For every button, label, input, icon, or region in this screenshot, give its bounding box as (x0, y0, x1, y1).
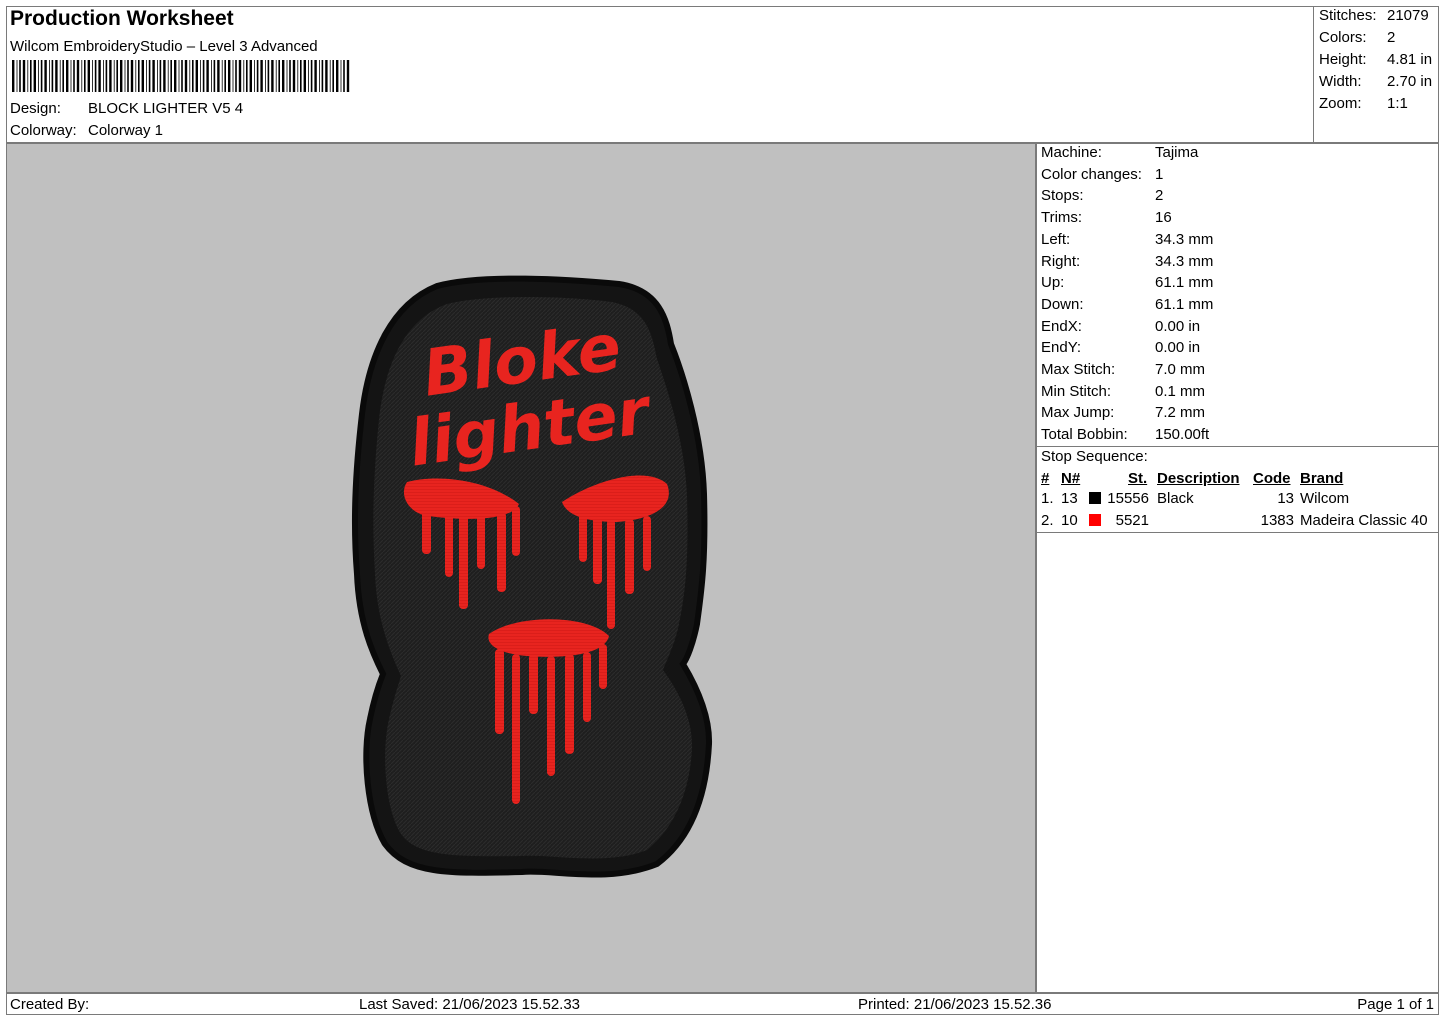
info-value: 61.1 mm (1155, 295, 1214, 313)
footer: Created By: Last Saved: 21/06/2023 15.52… (6, 993, 1439, 1015)
info-value: 16 (1155, 209, 1172, 227)
info-label: Right: (1041, 252, 1081, 270)
info-label: Stops: (1041, 187, 1084, 205)
stitches-label: Stitches: (1319, 7, 1377, 24)
height-label: Height: (1319, 51, 1367, 68)
page-title: Production Worksheet (10, 7, 234, 30)
info-value: 0.00 in (1155, 339, 1201, 357)
info-value: 34.3 mm (1155, 230, 1214, 248)
col-header-num: # (1041, 470, 1050, 487)
color-swatch (1089, 514, 1101, 526)
width-label: Width: (1319, 73, 1362, 90)
color-swatch (1089, 492, 1101, 504)
info-label: Max Jump: (1041, 404, 1115, 422)
stop-num: 2. (1041, 512, 1054, 529)
info-value: 61.1 mm (1155, 274, 1214, 292)
info-value: 34.3 mm (1155, 252, 1214, 270)
stop-needle: 10 (1061, 512, 1078, 529)
stop-description: Black (1157, 490, 1194, 507)
col-header-description: Description (1157, 470, 1240, 487)
width-value: 2.70 in (1387, 73, 1433, 90)
zoom-label: Zoom: (1319, 95, 1362, 112)
info-label: Total Bobbin: (1041, 426, 1128, 444)
design-preview: Bloke lighter (6, 143, 1036, 993)
info-value: 0.00 in (1155, 317, 1201, 335)
stop-stitches: 15556 (1107, 490, 1149, 507)
page-number: Page 1 of 1 (1357, 996, 1434, 1013)
stop-brand: Madeira Classic 40 (1300, 512, 1428, 529)
col-header-brand: Brand (1300, 470, 1344, 487)
design-label: Design: (10, 100, 61, 117)
col-header-st: St. (1128, 470, 1148, 487)
colors-label: Colors: (1319, 29, 1367, 46)
section-divider (1037, 532, 1438, 533)
stop-brand: Wilcom (1300, 490, 1350, 507)
info-value: 7.2 mm (1155, 404, 1206, 422)
info-label: Up: (1041, 274, 1065, 292)
info-label: Down: (1041, 295, 1084, 313)
printed-date: Printed: 21/06/2023 15.52.36 (858, 996, 1052, 1013)
info-label: Min Stitch: (1041, 382, 1112, 400)
info-label: EndY: (1041, 339, 1082, 357)
info-value: 2 (1155, 187, 1164, 205)
stop-code: 13 (1277, 490, 1294, 507)
col-header-code: Code (1253, 470, 1291, 487)
info-label: Trims: (1041, 209, 1083, 227)
info-label: Machine: (1041, 144, 1102, 161)
zoom-value: 1:1 (1387, 95, 1408, 112)
colorway-value: Colorway 1 (88, 122, 164, 139)
header-divider (1313, 6, 1314, 143)
info-value: Tajima (1155, 144, 1199, 161)
stitches-value: 21079 (1387, 7, 1429, 24)
machine-info-panel: Machine: Tajima Color changes: 1 Stops: 2 Trim… (1036, 143, 1439, 993)
last-saved: Last Saved: 21/06/2023 15.52.33 (359, 996, 581, 1013)
embroidery-patch-image: Bloke lighter (351, 275, 713, 878)
software-name: Wilcom EmbroideryStudio – Level 3 Advanc… (10, 38, 318, 55)
stop-code: 1383 (1260, 512, 1294, 529)
info-label: EndX: (1041, 317, 1082, 335)
barcode (12, 60, 350, 92)
info-label: Color changes: (1041, 165, 1142, 183)
info-value: 150.00ft (1155, 426, 1210, 444)
colors-value: 2 (1387, 29, 1396, 46)
section-divider (1037, 446, 1438, 447)
created-by: Created By: (10, 996, 90, 1013)
info-label: Max Stitch: (1041, 361, 1116, 378)
info-label: Left: (1041, 230, 1071, 248)
stop-stitches: 5521 (1115, 512, 1149, 529)
stop-num: 1. (1041, 490, 1054, 507)
colorway-label: Colorway: (10, 122, 77, 139)
info-value: 0.1 mm (1155, 382, 1206, 400)
info-value: 7.0 mm (1155, 361, 1206, 378)
design-value: BLOCK LIGHTER V5 4 (88, 100, 244, 117)
info-value: 1 (1155, 165, 1164, 183)
col-header-n: N# (1061, 470, 1081, 487)
stop-needle: 13 (1061, 490, 1078, 507)
height-value: 4.81 in (1387, 51, 1433, 68)
